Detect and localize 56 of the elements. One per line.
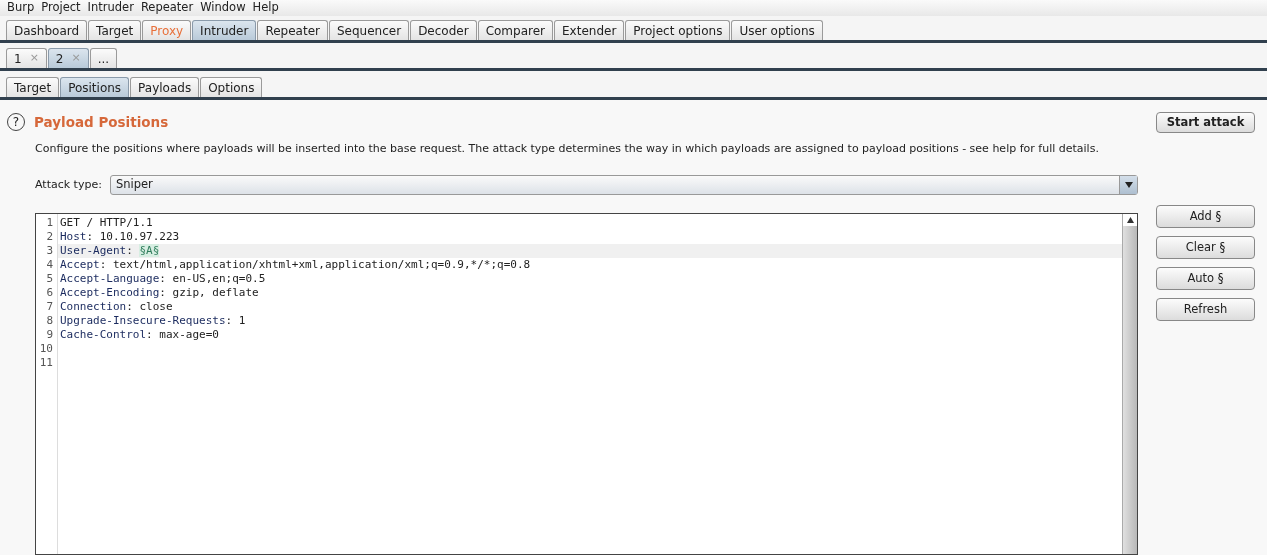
- line-number: 9: [46, 327, 53, 342]
- tab[interactable]: User options: [731, 20, 823, 40]
- line-number: 11: [39, 355, 53, 370]
- line-number: 1: [46, 215, 53, 230]
- menu-item[interactable]: Help: [252, 0, 279, 17]
- menu-item[interactable]: Window: [200, 0, 246, 17]
- tab-label: 2: [55, 50, 64, 68]
- tab[interactable]: Positions: [60, 77, 130, 97]
- line-number: 6: [46, 285, 53, 300]
- tab[interactable]: Target: [6, 77, 60, 97]
- tab-label: 1: [14, 50, 22, 68]
- tab[interactable]: Options: [200, 77, 263, 97]
- code-line: GET / HTTP/1.1: [59, 215, 154, 230]
- tab[interactable]: Payloads: [130, 77, 200, 97]
- description: Configure the positions where payloads will be inserted into the base request. The attack type determines the way in which payloads are assigned to payload positions - see help for full details.: [35, 141, 1100, 158]
- scroll-up-icon[interactable]: [1123, 213, 1137, 226]
- code-line: Connection: close: [59, 299, 174, 314]
- menu-item[interactable]: Burp: [7, 0, 35, 17]
- action-button[interactable]: Add §: [1156, 205, 1255, 228]
- menu-item[interactable]: Repeater: [140, 0, 194, 17]
- line-number: 2: [46, 229, 53, 244]
- tab[interactable]: Project options: [625, 20, 731, 40]
- tab[interactable]: Dashboard: [6, 20, 88, 40]
- action-button[interactable]: Clear §: [1156, 236, 1255, 259]
- tab-label: ...: [97, 50, 110, 68]
- line-number: 7: [46, 299, 53, 314]
- tab[interactable]: Repeater: [257, 20, 328, 40]
- scrollbar[interactable]: [1122, 213, 1137, 554]
- tab[interactable]: Target: [88, 20, 142, 40]
- code-line: Accept-Language: en-US,en;q=0.5: [59, 271, 267, 286]
- menu-item[interactable]: Project: [41, 0, 81, 17]
- tab[interactable]: ...: [89, 48, 118, 68]
- line-number: 5: [46, 271, 53, 286]
- action-button[interactable]: Refresh: [1156, 298, 1255, 321]
- start-attack-button[interactable]: Start attack: [1156, 112, 1255, 133]
- line-number: 4: [46, 257, 53, 272]
- attack-type-label: Attack type:: [35, 176, 102, 193]
- section-title: Payload Positions: [34, 113, 169, 132]
- tab[interactable]: Intruder: [192, 20, 257, 40]
- code-line: Upgrade-Insecure-Requests: 1: [59, 313, 247, 328]
- code-line: Accept-Encoding: gzip, deflate: [59, 285, 260, 300]
- menu-item[interactable]: Intruder: [87, 0, 134, 17]
- code-line: Host: 10.10.97.223: [59, 229, 181, 244]
- action-button[interactable]: Auto §: [1156, 267, 1255, 290]
- tab[interactable]: 1 ×: [6, 48, 47, 68]
- code-line: Accept: text/html,application/xhtml+xml,application/xml;q=0.9,*/*;q=0.8: [59, 257, 532, 272]
- tab[interactable]: Sequencer: [329, 20, 410, 40]
- line-number: 8: [46, 313, 53, 328]
- tab[interactable]: Extender: [554, 20, 625, 40]
- line-number: 3: [46, 243, 53, 258]
- code-line: Cache-Control: max-age=0: [59, 327, 220, 342]
- attack-type-dropdown[interactable]: Sniper: [109, 174, 1138, 195]
- tab[interactable]: Decoder: [410, 20, 477, 40]
- line-number: 10: [39, 341, 53, 356]
- tab[interactable]: Comparer: [477, 20, 553, 40]
- tab[interactable]: 2 ×: [47, 48, 89, 68]
